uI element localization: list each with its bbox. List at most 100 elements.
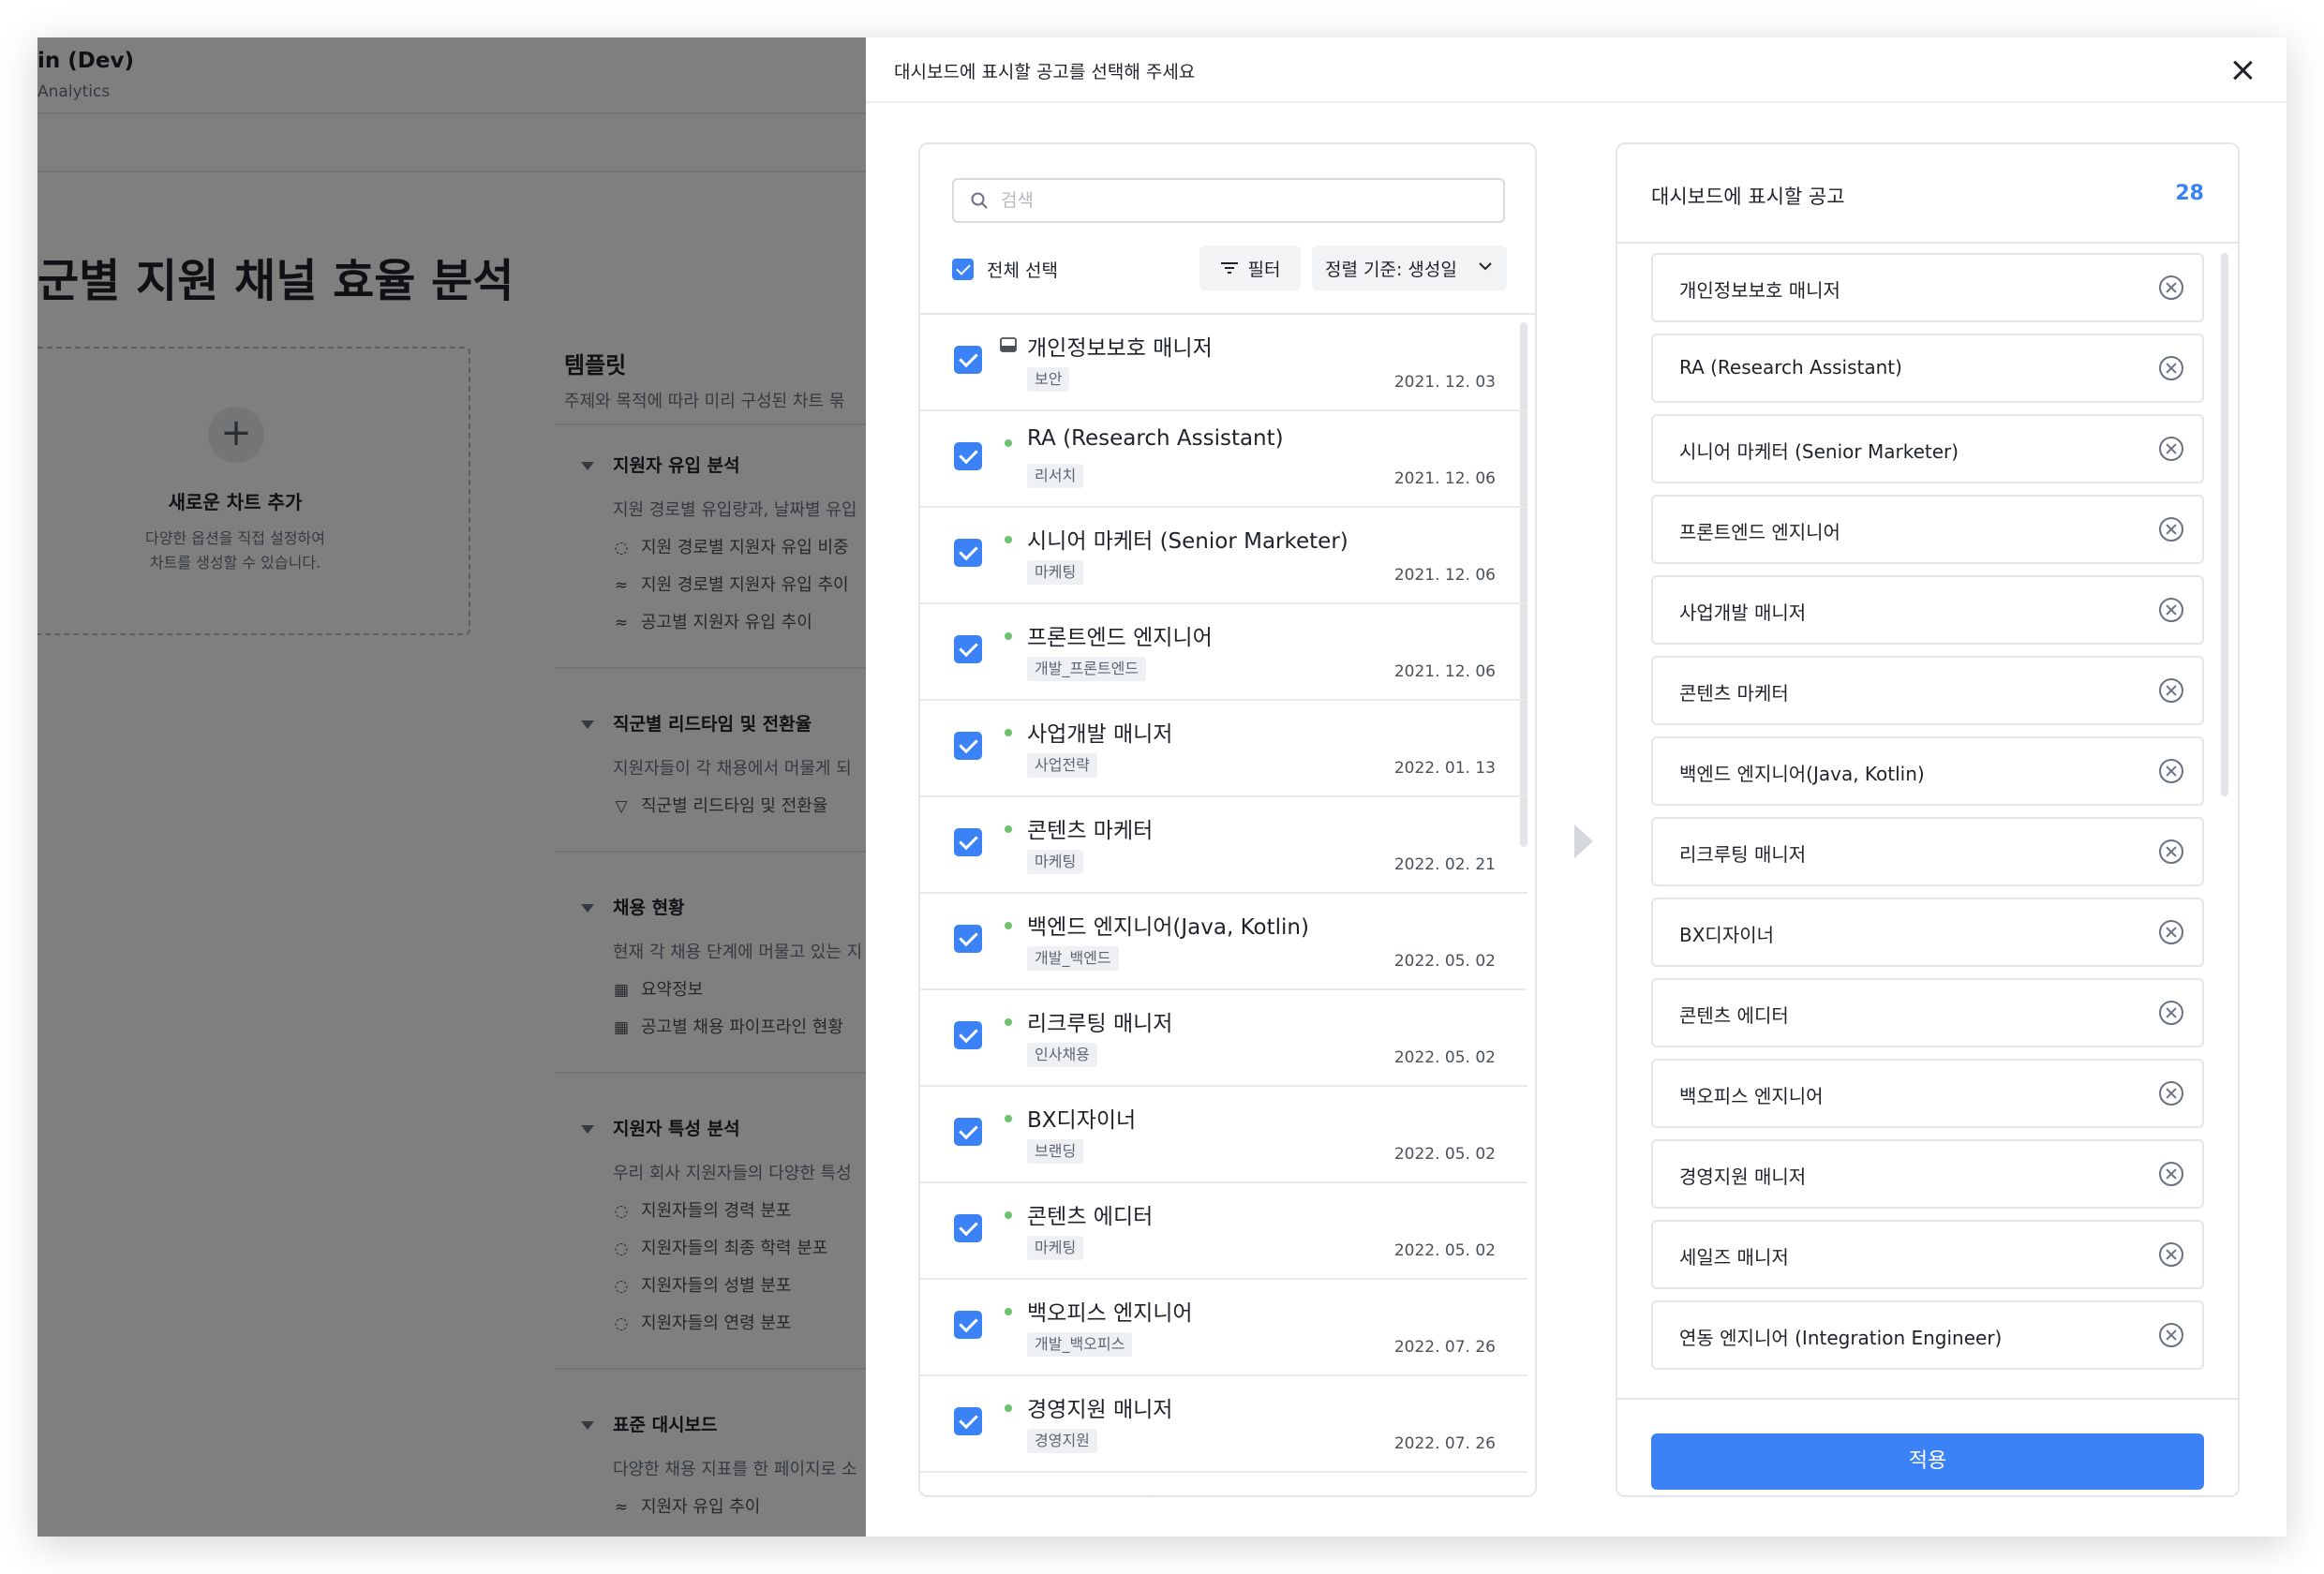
- filter-label: 필터: [1247, 259, 1281, 280]
- job-select-drawer: 대시보드에 표시할 공고를 선택해 주세요 전체 선택 필터 정렬 기준: 생성…: [866, 37, 2287, 1537]
- job-list[interactable]: 개인정보보호 매니저 보안 2021. 12. 03 RA (Research …: [920, 313, 1535, 1495]
- remove-circle-icon[interactable]: [2159, 678, 2183, 703]
- job-tag: 보안: [1027, 367, 1070, 392]
- search-icon: [971, 192, 988, 209]
- selected-item: 프론트엔드 엔지니어: [1651, 495, 2204, 564]
- job-tag: 마케팅: [1027, 1236, 1084, 1260]
- select-all-label: 전체 선택: [987, 260, 1058, 281]
- selected-item-label: 백엔드 엔지니어(Java, Kotlin): [1679, 763, 1925, 785]
- selected-list[interactable]: 개인정보보호 매니저 RA (Research Assistant) 시니어 마…: [1617, 245, 2238, 1398]
- job-date: 2021. 12. 06: [1393, 469, 1496, 488]
- remove-circle-icon[interactable]: [2159, 598, 2183, 622]
- job-title: 콘텐츠 에디터: [1027, 1205, 1154, 1229]
- job-date: 2022. 05. 02: [1393, 952, 1496, 971]
- job-tag: 개발_백엔드: [1027, 946, 1119, 971]
- status-dot-icon: [1005, 1308, 1012, 1315]
- checkbox-checked-icon[interactable]: [954, 732, 982, 760]
- status-dot-icon: [1005, 1211, 1012, 1219]
- inbox-icon: [1000, 337, 1017, 352]
- selected-title: 대시보드에 표시할 공고: [1651, 186, 1845, 208]
- selected-item-label: 사업개발 매니저: [1679, 601, 1807, 624]
- selected-item: 연동 엔지니어 (Integration Engineer): [1651, 1300, 2204, 1370]
- status-dot-icon: [1005, 439, 1012, 447]
- job-tag: 개발_백오피스: [1027, 1332, 1133, 1357]
- drawer-title: 대시보드에 표시할 공고를 선택해 주세요: [894, 62, 1196, 82]
- status-dot-icon: [1005, 825, 1012, 833]
- job-row[interactable]: 콘텐츠 마케터 마케팅 2022. 02. 21: [920, 797, 1527, 894]
- status-dot-icon: [1005, 1115, 1012, 1122]
- select-all-checkbox[interactable]: 전체 선택: [952, 255, 1058, 283]
- job-date: 2022. 05. 02: [1393, 1241, 1496, 1260]
- remove-circle-icon[interactable]: [2159, 1242, 2183, 1267]
- selected-item: 시니어 마케터 (Senior Marketer): [1651, 414, 2204, 483]
- job-title: 사업개발 매니저: [1027, 722, 1173, 747]
- selected-item-label: BX디자이너: [1679, 924, 1775, 946]
- job-row[interactable]: 프론트엔드 엔지니어 개발_프론트엔드 2021. 12. 06: [920, 604, 1527, 701]
- remove-circle-icon[interactable]: [2159, 839, 2183, 864]
- remove-circle-icon[interactable]: [2159, 356, 2183, 380]
- checkbox-checked-icon[interactable]: [954, 442, 982, 470]
- job-row[interactable]: 리크루팅 매니저 인사채용 2022. 05. 02: [920, 990, 1527, 1087]
- remove-circle-icon[interactable]: [2159, 759, 2183, 783]
- job-row[interactable]: 콘텐츠 에디터 마케팅 2022. 05. 02: [920, 1183, 1527, 1280]
- job-title: 리크루팅 매니저: [1027, 1012, 1173, 1036]
- checkbox-checked-icon[interactable]: [954, 828, 982, 856]
- checkbox-checked-icon[interactable]: [954, 539, 982, 567]
- checkbox-checked-icon[interactable]: [954, 1214, 982, 1242]
- close-icon[interactable]: [2227, 54, 2258, 86]
- search-box[interactable]: [952, 178, 1505, 223]
- job-row[interactable]: 백오피스 엔지니어 개발_백오피스 2022. 07. 26: [920, 1280, 1527, 1376]
- job-row[interactable]: 백엔드 엔지니어(Java, Kotlin) 개발_백엔드 2022. 05. …: [920, 894, 1527, 990]
- job-row[interactable]: BX디자이너 브랜딩 2022. 05. 02: [920, 1087, 1527, 1183]
- job-row[interactable]: 시니어 마케터 (Senior Marketer) 마케팅 2021. 12. …: [920, 508, 1527, 604]
- checkbox-checked-icon[interactable]: [954, 635, 982, 663]
- selected-item-label: 콘텐츠 에디터: [1679, 1004, 1789, 1027]
- remove-circle-icon[interactable]: [2159, 1001, 2183, 1025]
- remove-circle-icon[interactable]: [2159, 1162, 2183, 1186]
- job-row[interactable]: 개인정보보호 매니저 보안 2021. 12. 03: [920, 315, 1527, 411]
- selected-item-label: 개인정보보호 매니저: [1679, 279, 1840, 302]
- selected-item: 백오피스 엔지니어: [1651, 1059, 2204, 1128]
- job-date: 2021. 12. 06: [1393, 662, 1496, 681]
- job-row[interactable]: 경영지원 매니저 경영지원 2022. 07. 26: [920, 1376, 1527, 1473]
- selected-item: 콘텐츠 에디터: [1651, 978, 2204, 1047]
- job-row[interactable]: 세일즈 매니저: [920, 1473, 1527, 1495]
- selected-jobs-panel: 대시보드에 표시할 공고 28 개인정보보호 매니저 RA (Research …: [1616, 142, 2240, 1497]
- selected-count-badge: 28: [2175, 182, 2204, 205]
- remove-circle-icon[interactable]: [2159, 437, 2183, 461]
- checkbox-checked-icon[interactable]: [954, 1118, 982, 1146]
- job-tag: 경영지원: [1027, 1429, 1097, 1453]
- job-row[interactable]: 사업개발 매니저 사업전략 2022. 01. 13: [920, 701, 1527, 797]
- filter-button[interactable]: 필터: [1199, 245, 1301, 290]
- search-input[interactable]: [1001, 180, 1488, 221]
- checkbox-checked-icon[interactable]: [954, 925, 982, 953]
- remove-circle-icon[interactable]: [2159, 1323, 2183, 1347]
- remove-circle-icon[interactable]: [2159, 1081, 2183, 1106]
- selected-item-label: 시니어 마케터 (Senior Marketer): [1679, 440, 1959, 463]
- selected-item: 사업개발 매니저: [1651, 575, 2204, 645]
- job-tag: 리서치: [1027, 464, 1084, 488]
- selected-item-label: RA (Research Assistant): [1679, 356, 1902, 379]
- drawer-header: 대시보드에 표시할 공고를 선택해 주세요: [866, 37, 2287, 103]
- job-date: 2022. 07. 26: [1393, 1338, 1496, 1357]
- status-dot-icon: [1005, 632, 1012, 640]
- job-title: 백엔드 엔지니어(Java, Kotlin): [1027, 915, 1309, 940]
- checkbox-checked-icon[interactable]: [954, 1407, 982, 1435]
- apply-button[interactable]: 적용: [1651, 1433, 2204, 1490]
- job-row[interactable]: RA (Research Assistant) 리서치 2021. 12. 06: [920, 411, 1527, 508]
- checkbox-checked-icon[interactable]: [954, 1021, 982, 1049]
- job-date: 2021. 12. 06: [1393, 566, 1496, 585]
- status-dot-icon: [1005, 536, 1012, 543]
- remove-circle-icon[interactable]: [2159, 517, 2183, 542]
- checkbox-checked-icon[interactable]: [954, 1311, 982, 1339]
- remove-circle-icon[interactable]: [2159, 275, 2183, 300]
- job-date: 2022. 07. 26: [1393, 1434, 1496, 1453]
- remove-circle-icon[interactable]: [2159, 920, 2183, 944]
- checkbox-checked-icon[interactable]: [952, 258, 974, 280]
- checkbox-checked-icon[interactable]: [954, 346, 982, 374]
- filter-icon: [1220, 262, 1238, 274]
- job-tag: 마케팅: [1027, 850, 1084, 874]
- selected-item: 콘텐츠 마케터: [1651, 656, 2204, 725]
- scrollbar[interactable]: [2221, 253, 2228, 796]
- sort-dropdown[interactable]: 정렬 기준: 생성일: [1312, 245, 1507, 290]
